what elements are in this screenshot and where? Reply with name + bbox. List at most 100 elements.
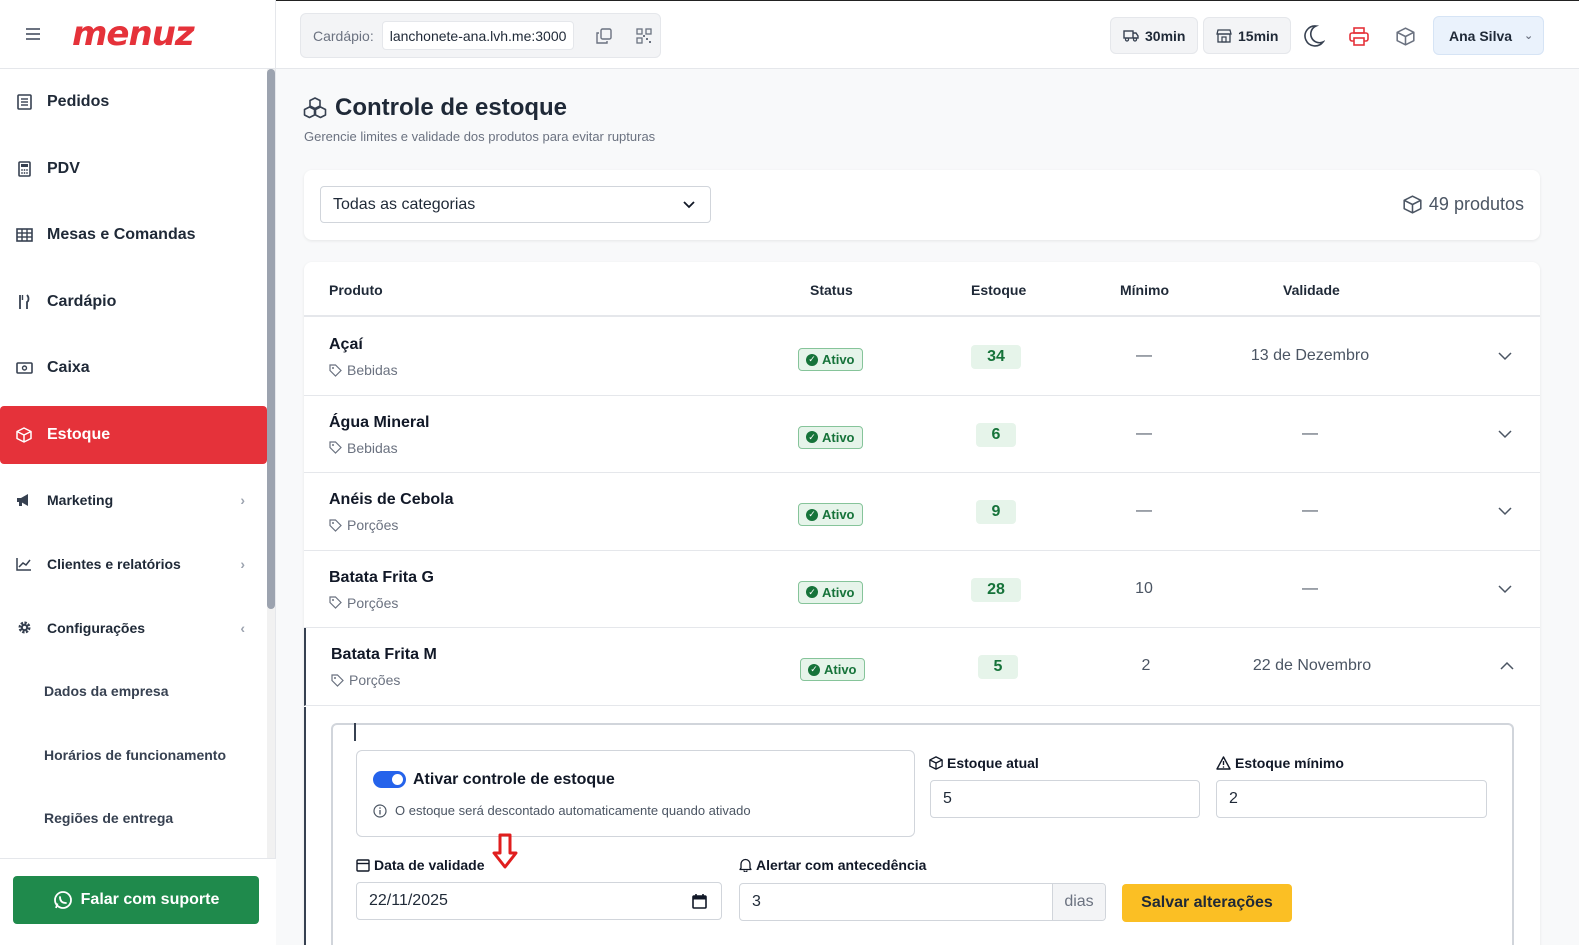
category-select[interactable]: Todas as categorias (320, 186, 711, 223)
sidebar-item-estoque[interactable]: Estoque (0, 405, 267, 464)
truck-icon (1123, 30, 1139, 42)
sidebar-item-pdv[interactable]: PDV (0, 136, 267, 203)
sidebar-item-mesas[interactable]: Mesas e Comandas (0, 202, 267, 269)
check-circle-icon: ✓ (806, 586, 818, 598)
sidebar-item-configuracoes[interactable]: Configurações ‹ (0, 596, 267, 660)
whatsapp-icon (53, 891, 72, 909)
stock-control-toggle-card: Ativar controle de estoque O estoque ser… (356, 750, 915, 837)
cardapio-link-box: Cardápio: lanchonete-ana.lvh.me:3000 (300, 13, 661, 58)
chevron-down-icon[interactable] (1497, 348, 1513, 364)
product-name: Batata Frita M (331, 646, 437, 663)
stock-value: 5 (978, 655, 1018, 679)
moon-icon[interactable] (1300, 23, 1326, 49)
chevron-down-icon[interactable] (1497, 581, 1513, 597)
scrollbar-thumb[interactable] (267, 69, 275, 609)
user-menu-button[interactable]: Ana Silva ⌄ (1433, 16, 1544, 55)
product-name: Água Mineral (329, 413, 430, 431)
sidebar: menuz Pedidos PDV Mesas e Comandas Cardá… (0, 0, 276, 945)
product-category: Bebidas (329, 440, 398, 456)
stock-control-switch[interactable] (373, 771, 406, 788)
table-row[interactable]: Anéis de Cebola Porções ✓ Ativo 9 — — (304, 473, 1540, 551)
sidebar-subitem-dados-empresa[interactable]: Dados da empresa (0, 660, 267, 724)
delivery-time-pill[interactable]: 30min (1110, 17, 1199, 54)
delivery-time: 30min (1145, 27, 1186, 44)
sidebar-item-label: Clientes e relatórios (47, 555, 181, 572)
arrow-down-icon (492, 833, 518, 869)
stock-control-label: Ativar controle de estoque (413, 771, 615, 788)
cardapio-url[interactable]: lanchonete-ana.lvh.me:3000 (381, 21, 575, 50)
tag-icon (331, 673, 344, 687)
product-count: 49 produtos (1403, 194, 1524, 215)
minimum-value: — (1136, 347, 1152, 364)
expiry-date-label-text: Data de validade (374, 857, 485, 873)
box-icon (1403, 195, 1422, 214)
col-status[interactable]: Status (810, 282, 853, 298)
expiry-date-input[interactable]: 22/11/2025 (356, 882, 722, 920)
pickup-time-pill[interactable]: 15min (1203, 17, 1292, 54)
printer-icon[interactable] (1346, 23, 1372, 49)
validity-value: — (1302, 502, 1318, 519)
support-button[interactable]: Falar com suporte (13, 876, 259, 924)
product-name: Batata Frita G (329, 568, 434, 586)
product-category-text: Bebidas (347, 439, 398, 456)
table-row-expanded[interactable]: Batata Frita M Porções ✓ Ativo 5 2 22 de … (304, 628, 1540, 706)
current-stock-input[interactable]: 5 (930, 780, 1200, 818)
table-row[interactable]: Açaí Bebidas ✓ Ativo 34 — 13 de Dezembro (304, 318, 1540, 396)
col-minimo[interactable]: Mínimo (1120, 282, 1169, 298)
table-row[interactable]: Batata Frita G Porções ✓ Ativo 28 10 — (304, 551, 1540, 628)
table-row[interactable]: Água Mineral Bebidas ✓ Ativo 6 — — (304, 396, 1540, 473)
sidebar-item-label: Pedidos (47, 93, 110, 111)
utensils-icon (15, 293, 33, 311)
chevron-down-icon[interactable] (1497, 426, 1513, 442)
box-icon[interactable] (1392, 23, 1418, 49)
minimum-value: — (1136, 502, 1152, 519)
calendar-picker-icon[interactable] (692, 893, 707, 909)
validity-value: — (1302, 424, 1318, 442)
product-category: Porções (331, 672, 400, 688)
sidebar-item-cardapio[interactable]: Cardápio (0, 269, 267, 336)
sidebar-item-caixa[interactable]: Caixa (0, 335, 267, 402)
qr-code-icon[interactable] (634, 26, 654, 46)
alert-advance-suffix: dias (1052, 884, 1105, 920)
pickup-time: 15min (1238, 27, 1279, 44)
status-text: Ativo (822, 352, 855, 367)
tag-icon (329, 441, 342, 454)
col-estoque[interactable]: Estoque (971, 282, 1026, 298)
main-content: Controle de estoque Gerencie limites e v… (276, 70, 1579, 945)
sidebar-scrollbar[interactable] (267, 69, 275, 859)
filter-card: Todas as categorias 49 produtos (304, 170, 1540, 240)
sidebar-item-label: PDV (47, 159, 80, 177)
sidebar-item-label: Estoque (47, 425, 111, 443)
chevron-right-icon: › (240, 491, 245, 508)
sidebar-item-label: Configurações (47, 619, 146, 636)
sidebar-item-label: Caixa (47, 359, 90, 377)
sidebar-item-pedidos[interactable]: Pedidos (0, 69, 267, 136)
cash-icon (15, 359, 33, 377)
sidebar-subitem-regioes[interactable]: Regiões de entrega (0, 787, 267, 851)
copy-icon[interactable] (594, 26, 614, 46)
sidebar-nav: Pedidos PDV Mesas e Comandas Cardápio Ca… (0, 69, 267, 850)
min-stock-label-text: Estoque mínimo (1235, 755, 1344, 771)
category-select-value: Todas as categorias (333, 195, 476, 213)
page-title: Controle de estoque (303, 94, 567, 122)
chevron-up-icon[interactable] (1499, 658, 1515, 674)
info-icon (373, 803, 387, 818)
col-validade[interactable]: Validade (1283, 282, 1340, 298)
status-badge: ✓ Ativo (798, 425, 863, 449)
sidebar-item-marketing[interactable]: Marketing › (0, 468, 267, 532)
chevron-down-icon[interactable] (1497, 503, 1513, 519)
user-name: Ana Silva (1449, 27, 1513, 44)
sidebar-item-clientes[interactable]: Clientes e relatórios › (0, 532, 267, 596)
check-circle-icon: ✓ (806, 353, 818, 366)
sidebar-subitem-horarios[interactable]: Horários de funcionamento (0, 723, 267, 787)
page-title-text: Controle de estoque (335, 94, 568, 121)
min-stock-input[interactable]: 2 (1216, 780, 1487, 818)
hamburger-menu-icon[interactable] (26, 25, 40, 43)
save-button[interactable]: Salvar alterações (1122, 884, 1292, 922)
alert-advance-input[interactable]: 3 dias (739, 883, 1106, 921)
alert-advance-value: 3 (752, 893, 761, 910)
minimum-value: — (1136, 424, 1152, 442)
col-produto[interactable]: Produto (329, 282, 383, 298)
table-icon (15, 226, 33, 244)
calculator-icon (15, 160, 33, 178)
